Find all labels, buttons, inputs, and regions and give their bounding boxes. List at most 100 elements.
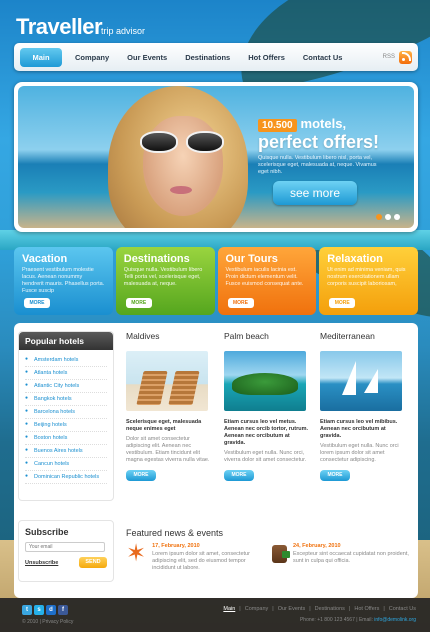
footer-phone: Phone: +1 800 123 4567 | Email: <box>299 617 373 623</box>
tile-text: Vestibulum iaculis lacinia est. Proin di… <box>225 267 304 287</box>
hotel-link[interactable]: Amsterdam hotels <box>25 354 107 367</box>
news-item: 24, February, 2010 Excepteur sint occaec… <box>272 543 412 565</box>
send-button[interactable]: SEND <box>79 557 107 568</box>
subscribe-title: Subscribe <box>25 527 69 537</box>
subscribe-email-input[interactable] <box>25 542 105 552</box>
destination-lead: Scelerisque eget, malesuada neque enimes… <box>126 419 202 432</box>
facebook-icon[interactable]: f <box>58 605 68 615</box>
tile-text: Ut enim ad minima veniam, quis nostrum e… <box>327 267 406 287</box>
tile-text: Praesent vestibulum molestie lacus. Aene… <box>22 267 105 294</box>
hero-text-block: 10.500 motels, perfect offers! Quisque n… <box>258 116 398 176</box>
palm-beach-image[interactable] <box>224 351 306 411</box>
tile-more-button[interactable]: MORE <box>24 298 50 308</box>
tile-vacation: Vacation Praesent vestibulum molestie la… <box>14 247 113 315</box>
slider-dot[interactable] <box>385 214 391 220</box>
slider-dot[interactable] <box>376 214 382 220</box>
footer-navigation: Main | Company | Our Events | Destinations |… <box>223 606 416 612</box>
see-more-button[interactable]: see more <box>273 181 357 205</box>
slider-pagination <box>376 214 400 220</box>
nav-item-main[interactable]: Main <box>20 47 62 67</box>
footer-link-company[interactable]: Company <box>245 606 269 612</box>
tile-more-button[interactable]: MORE <box>227 298 254 308</box>
destination-text: Dolor sit amet consectetur adipiscing el… <box>126 436 210 463</box>
destination-more-button[interactable]: MORE <box>320 470 350 481</box>
destination-more-button[interactable]: MORE <box>126 470 156 481</box>
destination-lead: Etiam cursus leo vel metus. Aenean nec o… <box>224 419 309 446</box>
wallet-icon <box>272 545 290 563</box>
popular-hotels-box: Popular hotels Amsterdam hotels Atlanta … <box>18 331 114 501</box>
rss-label: RSS <box>382 54 395 60</box>
unsubscribe-link[interactable]: Unsubscribe <box>25 560 58 566</box>
tile-more-button[interactable]: MORE <box>125 298 152 308</box>
footer-email-link[interactable]: info@demolink.org <box>374 617 416 623</box>
maldives-image[interactable] <box>126 351 208 411</box>
subscribe-box: Subscribe Unsubscribe SEND <box>18 520 114 582</box>
tile-title: Vacation <box>22 253 68 265</box>
destination-title: Palm beach <box>224 331 269 341</box>
tile-title: Relaxation <box>327 253 383 265</box>
hero-badge: 10.500 <box>258 119 297 132</box>
copyright: © 2010 | Privacy Policy <box>22 619 74 625</box>
main-navigation: Main Company Our Events Destinations Hot… <box>14 43 418 71</box>
news-text: Excepteur sint occaecat cupidatat non pr… <box>293 551 409 564</box>
tile-our-tours: Our Tours Vestibulum iaculis lacinia est… <box>217 247 317 315</box>
destination-title: Mediterranean <box>320 331 375 341</box>
footer-link-our-events[interactable]: Our Events <box>278 606 306 612</box>
destination-lead: Etiam cursus leo vel mibibus. Aenean nec… <box>320 419 398 439</box>
nav-item-hot-offers[interactable]: Hot Offers <box>239 48 294 67</box>
destination-maldives: Maldives Scelerisque eget, malesuada neq… <box>126 331 212 481</box>
tile-title: Destinations <box>123 253 190 265</box>
nav-item-company[interactable]: Company <box>66 48 118 67</box>
footer-link-hot-offers[interactable]: Hot Offers <box>354 606 379 612</box>
news-date[interactable]: 24, February, 2010 <box>293 543 412 549</box>
nav-item-our-events[interactable]: Our Events <box>118 48 176 67</box>
hotel-link[interactable]: Barcelona hotels <box>25 406 107 419</box>
tile-more-button[interactable]: MORE <box>329 298 356 308</box>
feature-tiles: Vacation Praesent vestibulum molestie la… <box>14 247 418 315</box>
hero-description: Quisque nulla. Vestibulum libero nisl, p… <box>258 155 377 175</box>
hero-image: 10.500 motels, perfect offers! Quisque n… <box>18 86 414 228</box>
hotel-link[interactable]: Boston hotels <box>25 432 107 445</box>
destination-mediterranean: Mediterranean Etiam cursus leo vel mibib… <box>320 331 406 481</box>
destination-text: Vestibulum eget nulla. Nunc orci, viverr… <box>224 450 307 463</box>
rss-link[interactable]: RSS <box>382 50 412 64</box>
nav-item-contact-us[interactable]: Contact Us <box>294 48 352 67</box>
social-links: t s d f <box>22 605 68 615</box>
footer-contact: Phone: +1 800 123 4567 | Email: info@dem… <box>300 617 416 623</box>
hotel-link[interactable]: Bangkok hotels <box>25 393 107 406</box>
hotel-link[interactable]: Cancun hotels <box>25 458 107 471</box>
tile-relaxation: Relaxation Ut enim ad minima veniam, qui… <box>319 247 418 315</box>
destination-title: Maldives <box>126 331 160 341</box>
footer-link-destinations[interactable]: Destinations <box>315 606 345 612</box>
destination-more-button[interactable]: MORE <box>224 470 254 481</box>
site-footer: t s d f © 2010 | Privacy Policy Main | Co… <box>0 598 430 632</box>
destination-text: Vestibulum eget nulla. Nunc orci lorem i… <box>320 443 399 463</box>
hotel-link[interactable]: Beijing hotels <box>25 419 107 432</box>
news-text: Lorem ipsum dolor sit amet, consectetur … <box>152 551 250 571</box>
delicious-icon[interactable]: d <box>46 605 56 615</box>
hotel-link[interactable]: Buenos Aires hotels <box>25 445 107 458</box>
footer-link-contact-us[interactable]: Contact Us <box>389 606 416 612</box>
news-item: ✶ 17, February, 2010 Lorem ipsum dolor s… <box>126 540 266 572</box>
hotel-link[interactable]: Atlanta hotels <box>25 367 107 380</box>
skype-icon[interactable]: s <box>34 605 44 615</box>
mediterranean-image[interactable] <box>320 351 402 411</box>
hero-badge-suffix: motels, <box>300 116 347 131</box>
slider-dot[interactable] <box>394 214 400 220</box>
rss-icon[interactable] <box>399 50 412 64</box>
nav-item-destinations[interactable]: Destinations <box>176 48 239 67</box>
popular-hotels-title: Popular hotels <box>19 332 113 350</box>
news-date[interactable]: 17, February, 2010 <box>152 543 266 549</box>
main-content: Popular hotels Amsterdam hotels Atlanta … <box>14 323 418 598</box>
footer-link-main[interactable]: Main <box>223 606 235 612</box>
hotel-list: Amsterdam hotels Atlanta hotels Atlantic… <box>19 350 113 488</box>
tile-title: Our Tours <box>225 253 278 265</box>
hotel-link[interactable]: Atlantic City hotels <box>25 380 107 393</box>
hotel-link[interactable]: Dominican Republic hotels <box>25 471 107 484</box>
site-logo[interactable]: Traveller <box>16 14 103 40</box>
destination-palm-beach: Palm beach Etiam cursus leo vel metus. A… <box>224 331 310 481</box>
woman-sunglasses-image <box>88 86 248 228</box>
sunglasses-image <box>140 131 228 153</box>
twitter-icon[interactable]: t <box>22 605 32 615</box>
starfish-icon: ✶ <box>126 540 147 567</box>
